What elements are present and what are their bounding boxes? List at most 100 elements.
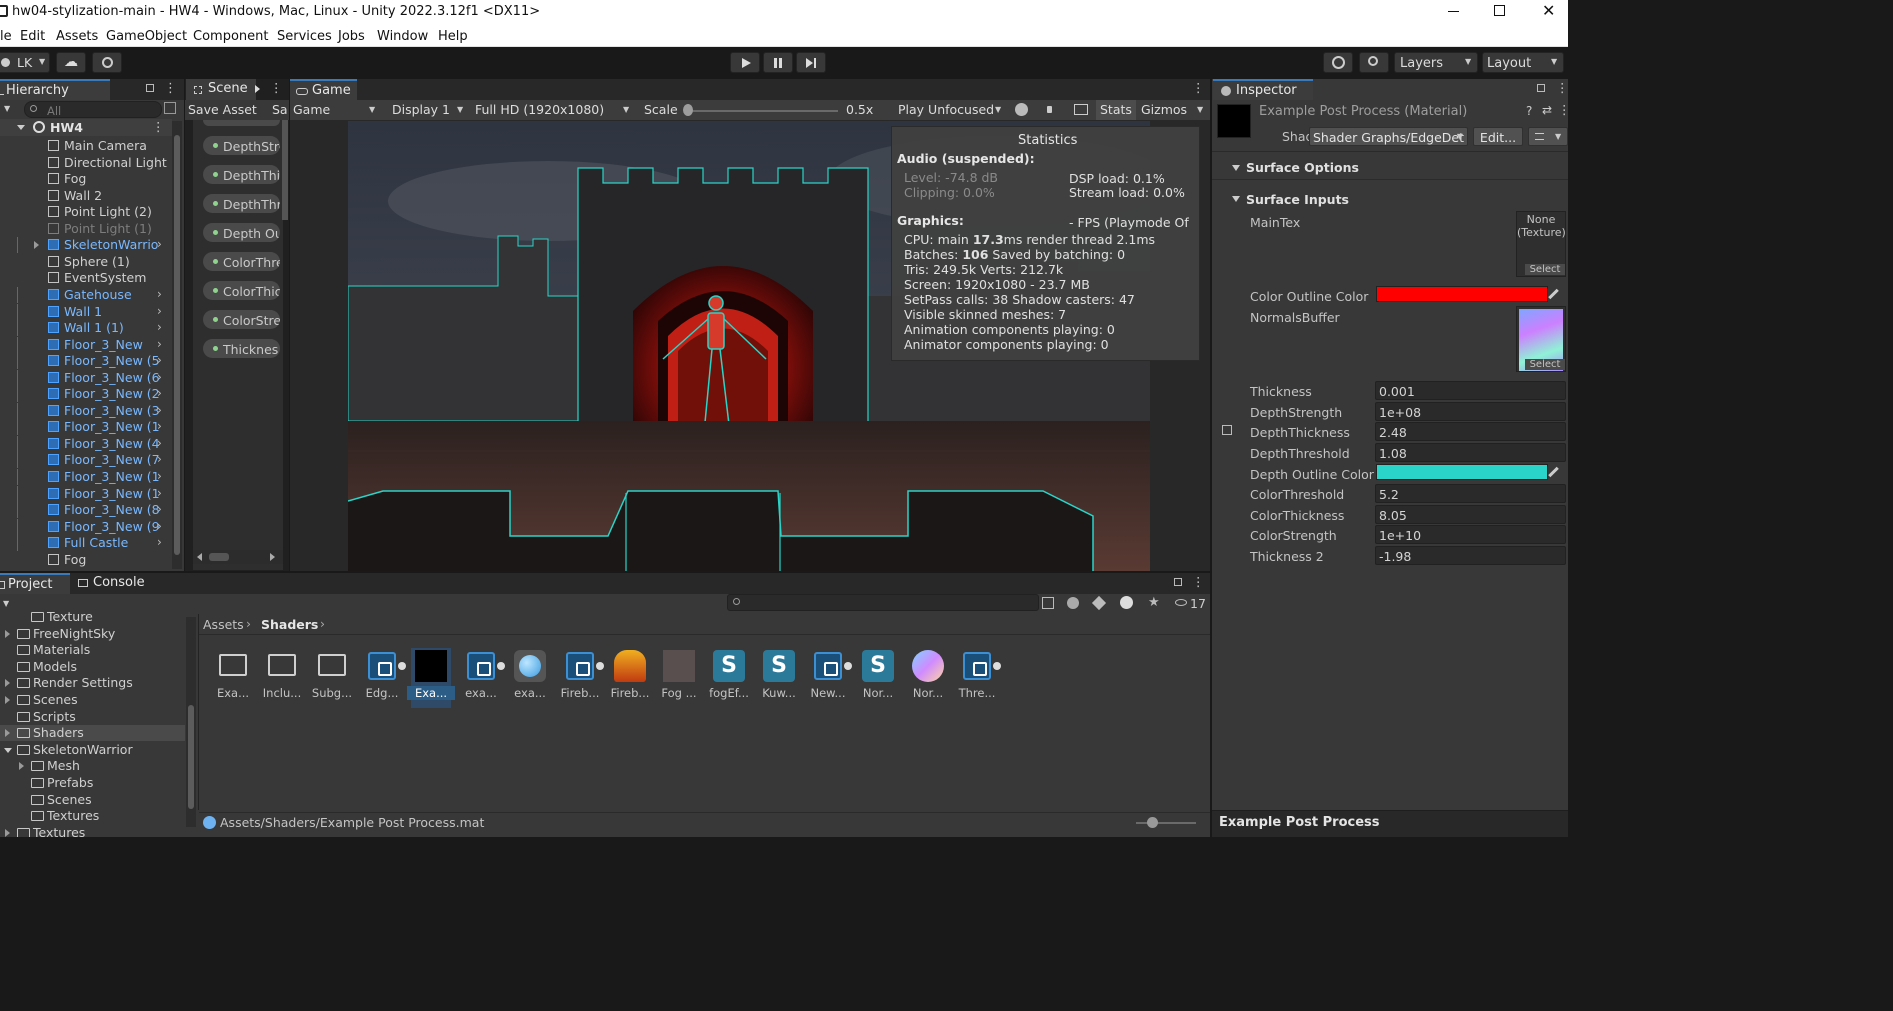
hierarchy-item[interactable]: Floor_3_New (3 › bbox=[0, 402, 172, 419]
step-button[interactable] bbox=[796, 52, 826, 73]
blackboard-property[interactable]: DepthThic bbox=[203, 165, 280, 184]
expand-arrow-icon[interactable] bbox=[5, 629, 10, 638]
project-tree-scroll-thumb[interactable] bbox=[188, 705, 194, 809]
tab-console[interactable]: Console bbox=[71, 573, 151, 594]
depth-outline-swatch[interactable] bbox=[1376, 464, 1548, 480]
hierarchy-item[interactable]: Point Light (1) bbox=[0, 221, 172, 237]
splitter[interactable] bbox=[198, 614, 199, 810]
blackboard-property[interactable]: DepthThre bbox=[203, 194, 280, 213]
asset-item[interactable]: Thre... bbox=[957, 648, 1001, 708]
close-icon[interactable]: ✕ bbox=[1542, 3, 1555, 19]
project-tree-item[interactable]: Textures bbox=[0, 808, 185, 824]
cloud-button[interactable]: ☁ bbox=[56, 52, 86, 73]
project-tree-item[interactable]: FreeNightSky bbox=[0, 626, 185, 642]
blackboard-property[interactable]: ColorThre bbox=[203, 252, 280, 271]
hierarchy-add-dropdown[interactable]: ▼ bbox=[0, 101, 20, 117]
hierarchy-scene-row[interactable] bbox=[0, 119, 172, 136]
scale-slider-track[interactable] bbox=[686, 110, 838, 112]
expand-arrow-icon[interactable] bbox=[17, 125, 25, 130]
help-icon[interactable]: ? bbox=[1526, 105, 1532, 117]
project-tree-item[interactable]: Prefabs bbox=[0, 775, 185, 791]
scroll-right-icon[interactable] bbox=[270, 553, 275, 561]
hierarchy-item[interactable]: Fog bbox=[0, 171, 172, 187]
icon-size-slider-thumb[interactable] bbox=[1147, 817, 1158, 828]
blackboard-scrollbar[interactable] bbox=[282, 120, 288, 220]
menu-services[interactable]: Services bbox=[277, 29, 332, 44]
blackboard-property[interactable]: DepthStre bbox=[203, 136, 280, 155]
project-tree-item[interactable]: Texture bbox=[0, 609, 185, 625]
asset-item[interactable]: Edg... bbox=[362, 648, 406, 708]
expand-arrow-icon[interactable] bbox=[34, 241, 39, 250]
asset-item[interactable]: S Nor... bbox=[858, 648, 898, 708]
lock-icon[interactable] bbox=[1174, 578, 1182, 586]
blackboard-property[interactable]: ColorStre bbox=[203, 310, 280, 329]
history-button[interactable] bbox=[1323, 52, 1353, 73]
expand-arrow-icon[interactable] bbox=[5, 679, 10, 688]
asset-item[interactable]: S Kuw... bbox=[759, 648, 799, 708]
filter-type-icon[interactable] bbox=[1067, 597, 1079, 609]
expand-arrow-icon[interactable] bbox=[5, 696, 10, 704]
pause-button[interactable] bbox=[763, 52, 793, 73]
maintex-texture-slot[interactable]: None (Texture) Select bbox=[1516, 211, 1566, 277]
tab-project[interactable]: Project bbox=[0, 573, 70, 594]
menu-window[interactable]: Window bbox=[377, 29, 428, 44]
property-value-input[interactable]: 2.48 bbox=[1375, 422, 1566, 442]
kebab-menu-icon[interactable]: ⋮ bbox=[152, 120, 165, 134]
copy-icon[interactable] bbox=[1222, 425, 1232, 435]
menu-assets[interactable]: Assets bbox=[56, 29, 98, 44]
lock-icon[interactable] bbox=[1537, 84, 1545, 92]
hscrollbar[interactable] bbox=[193, 550, 283, 564]
property-value-input[interactable]: 0.001 bbox=[1375, 381, 1566, 400]
hierarchy-item[interactable]: Full Castle › bbox=[0, 535, 172, 552]
hierarchy-item[interactable]: Floor_3_New (1 › bbox=[0, 469, 172, 485]
collab-button[interactable] bbox=[92, 52, 122, 73]
star-icon[interactable]: ★ bbox=[1148, 596, 1160, 609]
gizmos-button[interactable]: Gizmos bbox=[1141, 103, 1187, 117]
asset-item[interactable]: exa... bbox=[510, 648, 550, 708]
tab-scroll-right-icon[interactable] bbox=[255, 85, 260, 93]
audio-icon[interactable] bbox=[1047, 106, 1052, 113]
menu-component[interactable]: Component bbox=[193, 29, 268, 44]
open-prefab-arrow-icon[interactable]: › bbox=[157, 403, 162, 417]
kebab-menu-icon[interactable]: ⋮ bbox=[1556, 81, 1568, 95]
expand-asset-icon[interactable] bbox=[596, 662, 604, 670]
warning-icon[interactable] bbox=[1120, 596, 1133, 609]
expand-arrow-icon[interactable] bbox=[5, 729, 10, 738]
project-tree-item[interactable]: Models bbox=[0, 659, 185, 675]
shader-options-dropdown[interactable]: ▼ bbox=[1528, 127, 1568, 146]
tab-scene[interactable]: Scene bbox=[186, 79, 256, 100]
play-mode-dropdown[interactable]: Play Unfocused bbox=[898, 103, 994, 117]
menu-help[interactable]: Help bbox=[438, 29, 468, 44]
project-tree-item[interactable]: Scenes bbox=[0, 792, 185, 808]
account-dropdown[interactable]: LK ▼ bbox=[0, 52, 50, 73]
property-value-input[interactable]: 1e+10 bbox=[1375, 525, 1566, 545]
open-prefab-arrow-icon[interactable]: › bbox=[157, 502, 162, 516]
hierarchy-item[interactable]: Wall 2 bbox=[0, 188, 172, 204]
project-tree-item[interactable]: Textures bbox=[0, 825, 185, 837]
hierarchy-item[interactable]: Floor_3_New (4 › bbox=[0, 435, 172, 452]
open-prefab-arrow-icon[interactable]: › bbox=[157, 519, 162, 533]
open-prefab-arrow-icon[interactable]: › bbox=[157, 353, 162, 367]
property-value-input[interactable]: -1.98 bbox=[1375, 546, 1566, 566]
asset-item[interactable]: Inclu... bbox=[262, 648, 302, 708]
preset-icon[interactable]: ⇄ bbox=[1542, 104, 1552, 116]
grid-icon[interactable] bbox=[1074, 104, 1088, 115]
project-tree-scrollbar[interactable] bbox=[186, 617, 196, 827]
hierarchy-scroll-thumb[interactable] bbox=[174, 135, 180, 555]
hierarchy-item[interactable]: Floor_3_New (1 › bbox=[0, 485, 172, 502]
hierarchy-item[interactable]: EventSystem bbox=[0, 270, 172, 286]
project-tree-item[interactable]: Render Settings bbox=[0, 675, 185, 691]
hierarchy-item[interactable]: Wall 1 › bbox=[0, 303, 172, 320]
expand-arrow-icon[interactable] bbox=[19, 762, 24, 771]
resolution-dropdown[interactable]: Full HD (1920x1080) bbox=[475, 103, 604, 117]
layout-dropdown[interactable]: Layout ▼ bbox=[1482, 52, 1564, 73]
hierarchy-item[interactable]: Floor_3_New (7 › bbox=[0, 452, 172, 469]
open-prefab-arrow-icon[interactable]: › bbox=[157, 419, 162, 433]
project-tree-item[interactable]: Scenes bbox=[0, 692, 185, 708]
scroll-left-icon[interactable] bbox=[197, 553, 202, 561]
texture-select-button[interactable]: Select bbox=[1525, 359, 1565, 370]
hierarchy-item[interactable]: Floor_3_New › bbox=[0, 336, 172, 353]
hierarchy-item[interactable]: Floor_3_New (2 › bbox=[0, 386, 172, 403]
property-value-input[interactable]: 5.2 bbox=[1375, 484, 1566, 503]
open-prefab-arrow-icon[interactable]: › bbox=[157, 337, 162, 351]
